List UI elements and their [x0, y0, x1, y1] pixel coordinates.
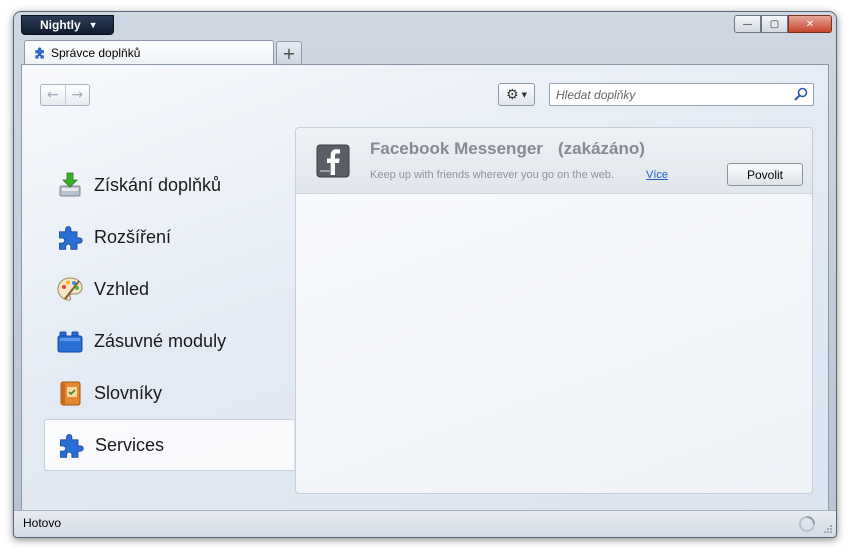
addon-status: (zakázáno) — [558, 139, 645, 158]
category-label: Získání doplňků — [94, 174, 222, 195]
app-menu-button[interactable]: Nightly ▼ — [21, 15, 114, 35]
addons-manager-content: ← → ⚙ ▼ Získání — [21, 64, 829, 511]
new-tab-button[interactable]: + — [276, 41, 302, 64]
addon-list-panel: Facebook Messenger (zakázáno) Keep up wi… — [295, 127, 813, 494]
enable-button[interactable]: Povolit — [727, 163, 803, 186]
chevron-down-icon: ▼ — [521, 90, 527, 99]
category-plugins[interactable]: Zásuvné moduly — [44, 315, 294, 367]
category-extensions[interactable]: Rozšíření — [44, 211, 294, 263]
browser-window: Nightly ▼ — ▢ ✕ Správce doplňků + ← → ⚙ … — [13, 11, 837, 538]
tab-addons-manager[interactable]: Správce doplňků — [24, 40, 274, 65]
minimize-button[interactable]: — — [734, 15, 761, 33]
tools-menu-button[interactable]: ⚙ ▼ — [498, 83, 535, 106]
puzzle-icon — [35, 47, 44, 59]
search-input[interactable] — [550, 84, 785, 106]
window-controls: — ▢ ✕ — [734, 15, 832, 33]
plugin-block-icon — [56, 327, 84, 355]
addon-more-link[interactable]: Více — [646, 169, 668, 181]
puzzle-icon — [56, 223, 84, 251]
close-button[interactable]: ✕ — [788, 15, 832, 33]
forward-button[interactable]: → — [64, 85, 90, 105]
category-appearance[interactable]: Vzhled — [44, 263, 294, 315]
resize-grip-icon[interactable] — [823, 524, 833, 534]
category-label: Slovníky — [94, 382, 163, 403]
category-label: Rozšíření — [94, 226, 172, 247]
status-bar: Hotovo — [14, 510, 836, 537]
dictionary-icon — [56, 379, 84, 407]
tab-label: Správce doplňků — [51, 46, 141, 60]
palette-icon — [56, 275, 84, 303]
chevron-down-icon: ▼ — [88, 20, 98, 30]
category-dictionaries[interactable]: Slovníky — [44, 367, 294, 419]
puzzle-icon — [57, 431, 85, 459]
category-label: Services — [95, 434, 165, 455]
app-menu-label: Nightly — [40, 18, 81, 32]
back-button[interactable]: ← — [41, 85, 65, 105]
category-get-addons[interactable]: Získání doplňků — [44, 159, 294, 211]
title-bar: Nightly ▼ — ▢ ✕ — [14, 12, 836, 38]
search-box — [549, 83, 814, 106]
category-list: Získání doplňků Rozšíření Vzhled Zásuvné… — [44, 159, 294, 471]
maximize-button[interactable]: ▢ — [761, 15, 788, 33]
category-label: Vzhled — [94, 278, 150, 299]
history-navigation: ← → — [40, 84, 90, 106]
throbber-icon — [799, 516, 815, 532]
status-text: Hotovo — [23, 516, 62, 530]
addon-name: Facebook Messenger — [370, 139, 543, 158]
facebook-icon — [316, 144, 350, 178]
category-label: Zásuvné moduly — [94, 330, 227, 351]
download-icon — [56, 171, 84, 199]
gear-icon: ⚙ — [506, 86, 519, 103]
addon-description: Keep up with friends wherever you go on … — [370, 169, 614, 181]
category-services[interactable]: Services — [44, 419, 294, 471]
search-icon[interactable] — [793, 86, 809, 102]
addon-item[interactable]: Facebook Messenger (zakázáno) Keep up wi… — [296, 128, 812, 194]
